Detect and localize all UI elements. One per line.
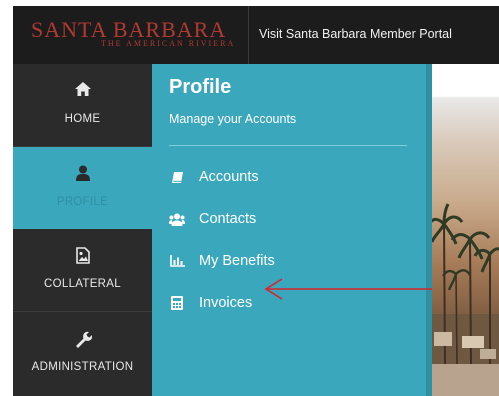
calculator-icon xyxy=(169,295,185,311)
sidebar-item-administration[interactable]: ADMINISTRATION xyxy=(13,312,152,394)
menu-item-label: My Benefits xyxy=(199,253,275,269)
menu-item-invoices[interactable]: Invoices xyxy=(169,292,252,314)
annotation-arrow xyxy=(264,278,432,300)
menu-item-label: Accounts xyxy=(199,169,259,185)
sidebar-item-profile[interactable]: PROFILE xyxy=(13,147,152,229)
brand-logo[interactable]: SANTA BARBARA THE AMERICAN RIVIERA xyxy=(13,6,249,64)
flyout-title: Profile xyxy=(169,76,232,98)
profile-flyout-menu: Profile Manage your Accounts Accounts Co… xyxy=(152,64,426,396)
menu-item-accounts[interactable]: Accounts xyxy=(169,166,259,188)
wrench-icon xyxy=(13,330,152,350)
user-icon xyxy=(13,165,152,185)
image-file-icon xyxy=(13,247,152,267)
menu-item-contacts[interactable]: Contacts xyxy=(169,208,256,230)
left-nav-rail: HOME PROFILE COLLATERAL ADMINISTRATION xyxy=(13,64,152,396)
menu-item-label: Invoices xyxy=(199,295,253,311)
sidebar-item-label: HOME xyxy=(64,113,101,125)
portal-link[interactable]: Visit Santa Barbara Member Portal xyxy=(259,27,452,41)
sidebar-item-label: PROFILE xyxy=(56,196,109,208)
menu-item-my-benefits[interactable]: My Benefits xyxy=(169,250,275,272)
sidebar-item-label: COLLATERAL xyxy=(44,278,121,290)
users-icon xyxy=(169,211,185,227)
sidebar-item-label: ADMINISTRATION xyxy=(31,361,134,373)
book-icon xyxy=(169,169,185,185)
chart-icon xyxy=(169,253,185,269)
flyout-divider xyxy=(169,145,407,146)
brand-tagline: THE AMERICAN RIVIERA xyxy=(101,39,236,48)
sidebar-item-collateral[interactable]: COLLATERAL xyxy=(13,229,152,311)
palm-trees-image xyxy=(432,203,499,396)
menu-item-label: Contacts xyxy=(199,211,257,227)
hero-photo xyxy=(432,64,499,396)
flyout-subtitle: Manage your Accounts xyxy=(169,112,297,126)
home-icon xyxy=(13,82,152,102)
top-header: SANTA BARBARA THE AMERICAN RIVIERA Visit… xyxy=(13,6,499,64)
sidebar-item-home[interactable]: HOME xyxy=(13,64,152,146)
